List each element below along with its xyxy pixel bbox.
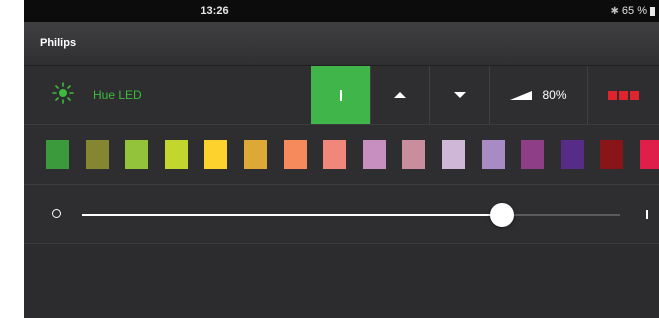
power-on-button[interactable] <box>311 66 370 124</box>
battery-percent: 65 % <box>621 5 647 17</box>
bluetooth-icon: ✱ <box>610 5 619 17</box>
power-on-icon <box>339 89 342 101</box>
brightness-button[interactable]: 80% <box>489 66 587 124</box>
color-swatch-row <box>24 125 659 185</box>
light-row[interactable]: Hue LED 80% <box>24 66 659 125</box>
color-swatch[interactable] <box>640 140 659 169</box>
slider-thumb[interactable] <box>489 203 514 227</box>
status-indicators: ✱ 65 % <box>611 5 655 17</box>
color-swatch[interactable] <box>323 140 347 169</box>
battery-icon <box>650 6 655 16</box>
brightness-up-icon <box>394 92 406 98</box>
navigation-bar: Philips <box>24 22 659 66</box>
brightness-down-button[interactable] <box>429 66 489 124</box>
brightness-value: 80% <box>542 88 567 102</box>
color-swatch[interactable] <box>362 140 386 169</box>
color-palette-icon <box>608 90 639 100</box>
color-swatch[interactable] <box>560 140 584 169</box>
brightness-min-icon <box>52 209 61 218</box>
brightness-slider[interactable] <box>82 203 620 227</box>
empty-area <box>24 244 659 318</box>
color-swatch[interactable] <box>600 140 624 169</box>
color-swatch[interactable] <box>125 140 149 169</box>
color-swatch[interactable] <box>164 140 188 169</box>
light-name: Hue LED <box>93 88 142 102</box>
brightness-down-icon <box>453 92 466 98</box>
color-swatch[interactable] <box>85 140 109 169</box>
status-time: 13:26 <box>200 5 229 17</box>
screen: 13:26 ✱ 65 % Philips Hue LED 80% <box>24 0 659 318</box>
color-swatch[interactable] <box>204 140 228 169</box>
color-swatch[interactable] <box>481 140 505 169</box>
status-bar: 13:26 ✱ 65 % <box>24 0 659 22</box>
brightness-up-button[interactable] <box>370 66 429 124</box>
color-swatch[interactable] <box>283 140 307 169</box>
brightness-max-icon <box>646 210 648 219</box>
color-palette-button[interactable] <box>587 66 659 124</box>
light-bulb-icon <box>52 82 74 104</box>
color-swatch[interactable] <box>46 140 69 169</box>
slider-fill <box>82 214 502 216</box>
nav-title: Philips <box>40 37 77 49</box>
color-swatch[interactable] <box>521 140 545 169</box>
brightness-slider-row <box>24 185 659 244</box>
color-swatch[interactable] <box>244 140 267 169</box>
color-swatch[interactable] <box>442 140 465 169</box>
color-swatch[interactable] <box>402 140 426 169</box>
brightness-wedge-icon <box>510 90 533 100</box>
